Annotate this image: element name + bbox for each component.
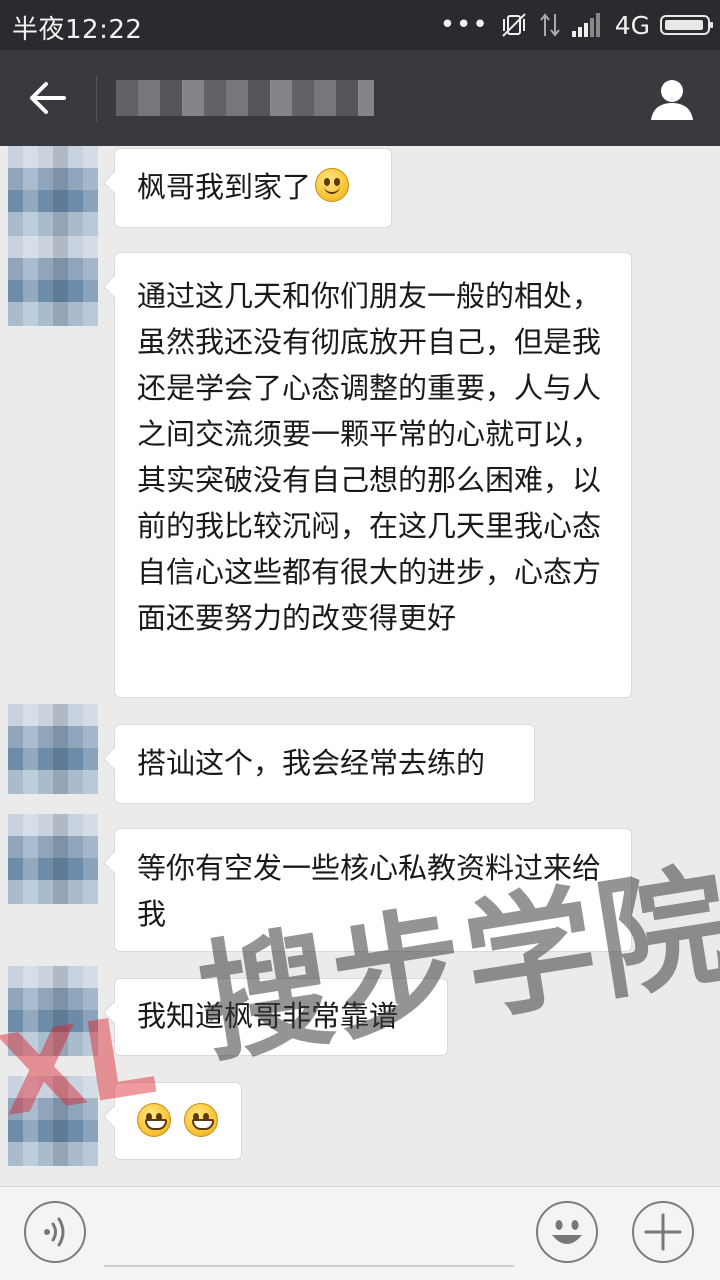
more-options-button[interactable] — [632, 1201, 694, 1263]
avatar[interactable] — [8, 146, 98, 236]
message-bubble[interactable]: 等你有空发一些核心私教资料过来给我 — [114, 828, 632, 952]
profile-button[interactable] — [646, 74, 698, 126]
plus-icon — [644, 1213, 682, 1251]
network-type: 4G — [614, 10, 650, 40]
title-divider — [96, 76, 97, 122]
message-bubble[interactable]: 搭讪这个，我会经常去练的 — [114, 724, 535, 804]
back-arrow-icon — [30, 82, 66, 114]
message-bubble[interactable]: 通过这几天和你们朋友一般的相处，虽然我还没有彻底放开自己，但是我还是学会了心态调… — [114, 252, 632, 698]
avatar[interactable] — [8, 966, 98, 1056]
grin-emoji-icon — [137, 1103, 171, 1137]
input-bar — [0, 1186, 720, 1280]
voice-icon — [44, 1217, 65, 1247]
emoji-icon — [552, 1220, 582, 1244]
message-text: 我知道枫哥非常靠谱 — [137, 999, 399, 1033]
avatar[interactable] — [8, 704, 98, 794]
avatar[interactable] — [8, 1076, 98, 1166]
message-text: 等你有空发一些核心私教资料过来给我 — [137, 851, 602, 931]
signal-icon — [571, 13, 600, 37]
back-button[interactable] — [18, 70, 78, 126]
emoji-button[interactable] — [536, 1201, 598, 1263]
message-bubble[interactable]: 枫哥我到家了 — [114, 148, 392, 228]
message-text: 枫哥我到家了 — [137, 170, 312, 204]
vibrate-off-icon — [502, 13, 526, 37]
status-icons: ••• 4G — [439, 8, 713, 42]
status-bar: 半夜12:22 ••• 4G — [0, 0, 720, 50]
smile-emoji-icon — [315, 168, 350, 202]
grin-emoji-icon — [184, 1103, 219, 1137]
message-bubble[interactable] — [114, 1082, 242, 1160]
message-bubble[interactable]: 我知道枫哥非常靠谱 — [114, 978, 448, 1056]
avatar[interactable] — [8, 236, 98, 326]
more-dots-icon: ••• — [439, 10, 489, 40]
battery-icon — [660, 15, 713, 35]
profile-icon — [651, 80, 693, 120]
chat-title — [116, 80, 374, 116]
voice-button[interactable] — [24, 1201, 86, 1263]
chat-area[interactable]: 枫哥我到家了 通过这几天和你们朋友一般的相处，虽然我还没有彻底放开自己，但是我还… — [0, 146, 720, 1186]
title-bar — [0, 50, 720, 146]
status-time: 半夜12:22 — [12, 15, 143, 45]
data-transfer-icon — [539, 13, 560, 37]
avatar[interactable] — [8, 814, 98, 904]
message-text: 通过这几天和你们朋友一般的相处，虽然我还没有彻底放开自己，但是我还是学会了心态调… — [137, 279, 602, 635]
message-input[interactable] — [104, 1265, 514, 1267]
message-text: 搭讪这个，我会经常去练的 — [137, 746, 486, 780]
